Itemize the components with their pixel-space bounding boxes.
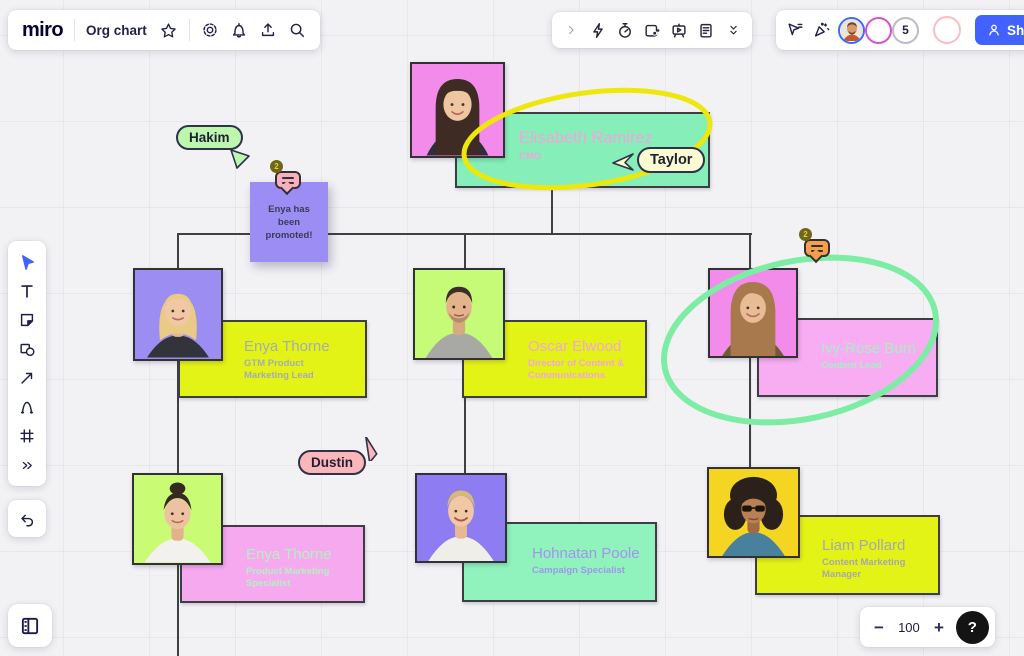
card-photo[interactable] xyxy=(415,473,507,563)
help-button[interactable]: ? xyxy=(956,611,989,644)
card-title: Campaign Specialist xyxy=(532,565,644,577)
card-title: GTM Product Marketing Lead xyxy=(244,358,340,383)
card-photo[interactable] xyxy=(132,473,223,565)
app-header-left: miro Org chart xyxy=(8,10,320,50)
board-title[interactable]: Org chart xyxy=(86,23,147,38)
card-name: Enya Thorne xyxy=(244,338,365,355)
card-title: Content Marketing Manager xyxy=(822,557,926,582)
card-name: Ivy-Rose Burn xyxy=(821,340,936,357)
expand-chevron-icon[interactable] xyxy=(562,21,580,39)
cursor-name-pill: Taylor xyxy=(637,147,705,173)
cursor-dustin: Dustin xyxy=(298,450,366,475)
comment-bubble-icon xyxy=(804,239,830,257)
follow-cursors-icon[interactable] xyxy=(786,21,804,39)
zoom-out-button[interactable]: − xyxy=(874,619,884,636)
person-icon xyxy=(987,23,1001,37)
star-favorite-icon[interactable] xyxy=(160,21,178,39)
card-title: Director of Content & Communications xyxy=(528,358,640,383)
card-photo[interactable] xyxy=(133,268,223,361)
collaborator-avatar[interactable] xyxy=(865,17,892,44)
card-name: Hohnatan Poole xyxy=(532,545,655,562)
share-button[interactable]: Share xyxy=(975,15,1024,45)
cursor-hakim: Hakim xyxy=(176,125,243,150)
card-photo[interactable] xyxy=(413,268,505,360)
settings-gear-icon[interactable] xyxy=(201,21,219,39)
collaborator-count-badge[interactable]: 5 xyxy=(892,17,919,44)
cursor-taylor: Taylor xyxy=(610,147,705,173)
sticky-note-text: Enya has been promoted! xyxy=(258,204,320,242)
comment-thread[interactable]: 2 xyxy=(272,166,302,194)
collaborator-avatar[interactable] xyxy=(838,17,865,44)
comment-count-badge: 2 xyxy=(270,160,283,173)
facilitation-toolbar xyxy=(552,12,752,48)
card-name: Enya Thorne xyxy=(246,546,363,563)
cursor-pointer-icon xyxy=(228,147,252,171)
card-photo[interactable] xyxy=(707,467,800,558)
card-name: Liam Pollard xyxy=(822,537,938,554)
more-tools-icon[interactable] xyxy=(12,452,42,478)
portrait-man-short-dark-hair xyxy=(415,270,503,358)
sticky-note[interactable]: Enya has been promoted! xyxy=(250,182,328,262)
zoom-level[interactable]: 100 xyxy=(896,620,922,635)
text-tool[interactable] xyxy=(12,278,42,304)
frames-panel-button[interactable] xyxy=(8,604,52,647)
creation-toolbar xyxy=(8,241,46,486)
collaboration-toolbar: 5 Share xyxy=(776,10,1024,50)
presentation-mode-icon[interactable] xyxy=(670,21,688,39)
zoom-in-button[interactable]: + xyxy=(934,619,944,636)
collaborator-avatar-empty[interactable] xyxy=(933,16,961,44)
reactions-confetti-icon[interactable] xyxy=(812,21,830,39)
avatar-face xyxy=(841,19,863,41)
search-icon[interactable] xyxy=(288,21,306,39)
divider xyxy=(74,19,75,41)
connector-line xyxy=(551,185,553,235)
card-name: Elisabeth Ramirez xyxy=(519,129,708,148)
board-canvas[interactable]: Elisabeth Ramirez CMO Enya Thorne GTM Pr… xyxy=(0,0,1024,656)
portrait-woman-long-brown-hair xyxy=(710,270,796,356)
notes-document-icon[interactable] xyxy=(697,21,715,39)
card-title: Content Lead xyxy=(821,360,933,372)
portrait-woman-blonde-bob xyxy=(135,270,221,359)
card-title: Product Marketing Specialist xyxy=(246,566,346,591)
undo-panel xyxy=(8,500,46,537)
portrait-man-blond-hair xyxy=(417,475,505,561)
sticky-note-tool[interactable] xyxy=(12,307,42,333)
pen-tool[interactable] xyxy=(12,394,42,420)
card-photo[interactable] xyxy=(410,62,505,158)
zoom-controls: − 100 + ? xyxy=(860,607,995,647)
portrait-man-curly-hair-sunglasses xyxy=(709,469,798,556)
undo-icon[interactable] xyxy=(18,510,36,528)
timer-icon[interactable] xyxy=(616,21,634,39)
divider xyxy=(189,19,190,41)
frames-panel-icon xyxy=(19,615,41,637)
select-cursor-tool[interactable] xyxy=(12,249,42,275)
miro-logo[interactable]: miro xyxy=(22,19,63,42)
notifications-bell-icon[interactable] xyxy=(230,21,248,39)
screen-capture-icon[interactable] xyxy=(643,21,661,39)
quick-actions-lightning-icon[interactable] xyxy=(589,21,607,39)
cursor-pointer-icon xyxy=(610,150,636,176)
collapse-double-chevron-icon[interactable] xyxy=(724,21,742,39)
card-photo[interactable] xyxy=(708,268,798,358)
comment-count-badge: 2 xyxy=(799,228,812,241)
cursor-pointer-icon xyxy=(356,437,380,461)
comment-bubble-icon xyxy=(275,171,301,189)
shapes-tool[interactable] xyxy=(12,336,42,362)
portrait-woman-long-dark-hair xyxy=(412,64,503,156)
card-name: Oscar Elwood xyxy=(528,338,645,355)
frame-tool[interactable] xyxy=(12,423,42,449)
connector-arrow-tool[interactable] xyxy=(12,365,42,391)
share-button-label: Share xyxy=(1007,23,1024,38)
comment-thread[interactable]: 2 xyxy=(801,234,831,262)
export-share-board-icon[interactable] xyxy=(259,21,277,39)
portrait-woman-hair-bun xyxy=(134,475,221,563)
